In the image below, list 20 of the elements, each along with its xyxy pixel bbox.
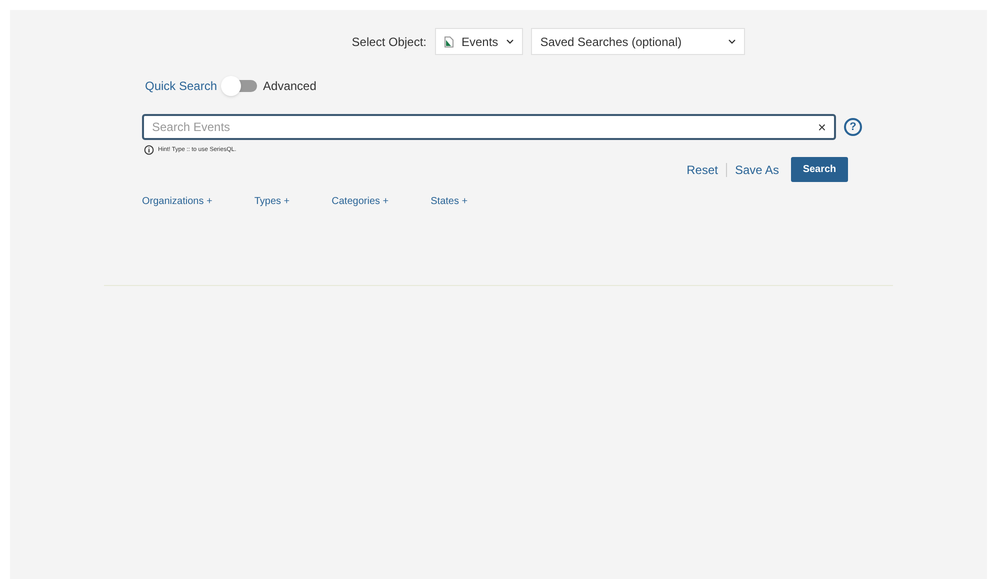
object-dropdown[interactable]: Events [434, 28, 524, 55]
filter-link[interactable]: Types + [254, 194, 290, 209]
select-object-label: Select Object: [352, 34, 426, 50]
filter-link[interactable]: States + [430, 194, 468, 209]
quick-search-label: Quick Search [145, 78, 218, 95]
filter-link[interactable]: Organizations + [142, 194, 212, 209]
info-icon [144, 145, 154, 155]
search-field[interactable]: Search Events × [142, 114, 836, 140]
reset-link[interactable]: Reset [686, 160, 718, 178]
save-as-link[interactable]: Save As [734, 160, 779, 178]
chevron-icon [728, 38, 736, 44]
filter-link[interactable]: Categories + [332, 194, 389, 209]
search-button[interactable]: Search [791, 157, 848, 182]
advanced-label: Advanced [263, 78, 316, 95]
clear-button[interactable]: × [818, 116, 826, 138]
help-icon[interactable]: ? [844, 118, 862, 136]
saved-searches-dropdown[interactable]: Saved Searches (optional) [531, 28, 746, 55]
chevron-icon [506, 38, 514, 44]
document-icon [444, 36, 454, 48]
mode-toggle[interactable] [221, 78, 260, 94]
